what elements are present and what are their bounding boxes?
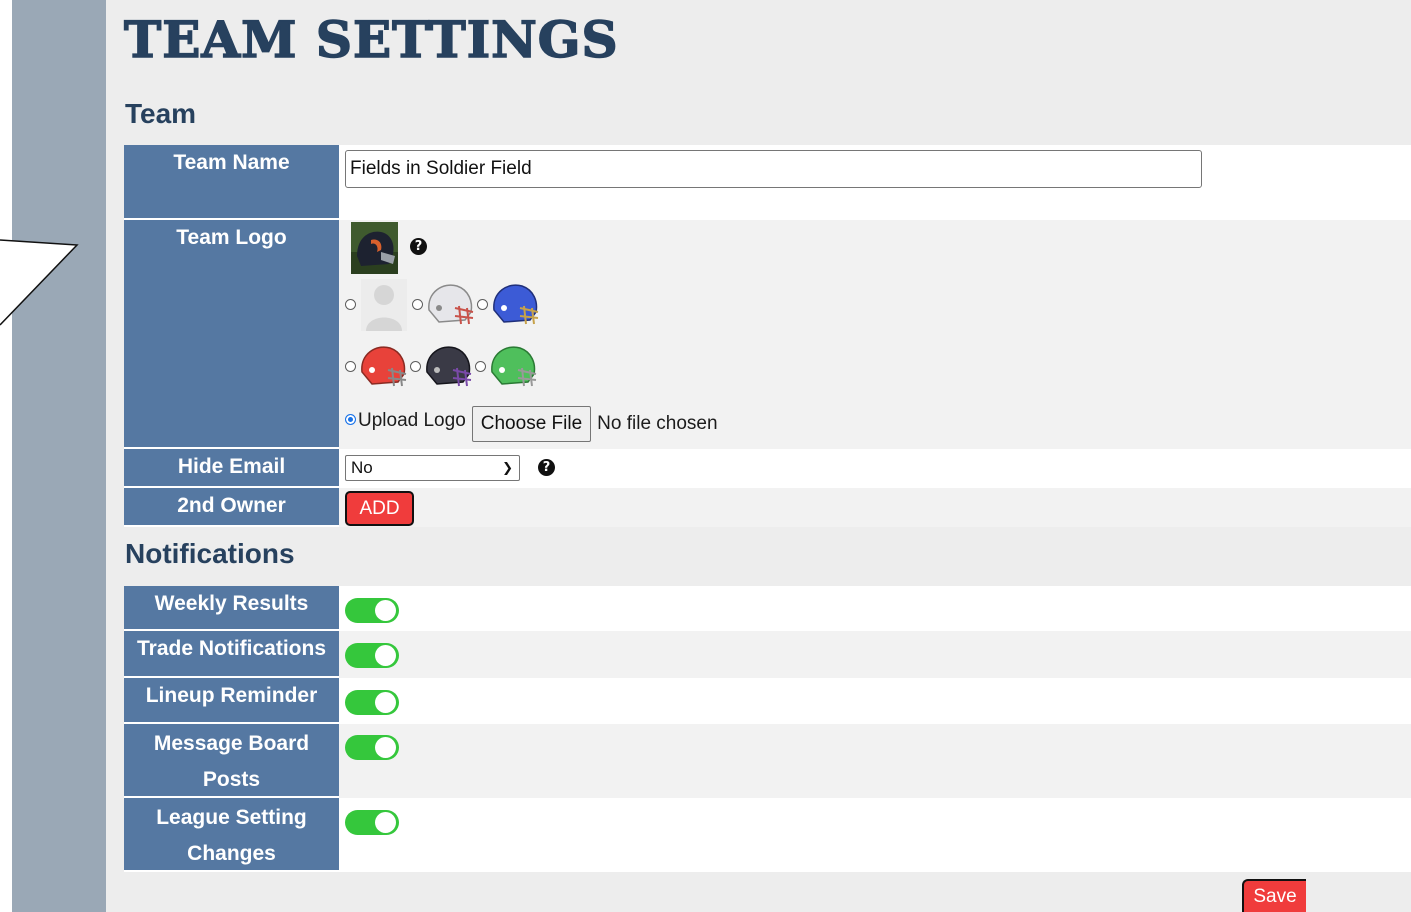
logo-option-helmet-blue-radio[interactable]: [477, 298, 488, 310]
hide-email-select[interactable]: No ❯: [345, 455, 520, 481]
helmet-black-icon: [426, 346, 472, 387]
hide-email-label: Hide Email: [124, 449, 339, 488]
notification-row: Message Board Posts: [124, 724, 1411, 798]
notification-row: Lineup Reminder: [124, 678, 1411, 724]
save-button[interactable]: Save: [1242, 879, 1306, 912]
sidebar-strip: [12, 0, 106, 912]
league-setting-changes-toggle[interactable]: [345, 810, 399, 835]
default-avatar-icon: [361, 279, 407, 331]
notifications-section-heading: Notifications: [125, 538, 295, 569]
helmet-white-icon: [428, 284, 474, 325]
message-board-posts-toggle[interactable]: [345, 735, 399, 760]
lineup-reminder-toggle[interactable]: [345, 690, 399, 715]
left-margin: [0, 0, 12, 912]
logo-option-helmet-green-radio[interactable]: [475, 360, 486, 372]
choose-file-button[interactable]: Choose File: [471, 406, 592, 442]
upload-logo-row: Upload Logo Choose File No file chosen: [345, 406, 718, 442]
add-owner-button[interactable]: ADD: [345, 491, 414, 526]
hide-email-row: Hide Email No ❯ ?: [124, 449, 1411, 488]
notification-row: Weekly Results: [124, 586, 1411, 631]
second-owner-row: 2nd Owner ADD: [124, 488, 1411, 527]
team-name-row: Team Name: [124, 145, 1411, 220]
logo-option-helmet-red-radio[interactable]: [345, 360, 356, 372]
upload-logo-label: Upload Logo: [358, 410, 466, 431]
weekly-results-toggle[interactable]: [345, 598, 399, 623]
team-logo-label: Team Logo: [124, 220, 339, 449]
team-name-cell: [339, 145, 1411, 220]
hide-email-cell: No ❯ ?: [339, 449, 1411, 488]
settings-panel: TEAM SETTINGS Team Team Name Team Logo ?: [106, 0, 1411, 912]
logo-options-row-2: [345, 338, 540, 394]
helmet-red-icon: [361, 346, 407, 387]
logo-options-row-1: [345, 276, 542, 332]
notification-label: Trade Notifications: [124, 631, 339, 678]
notification-label: League Setting Changes: [124, 798, 339, 872]
hide-email-value: No: [351, 458, 373, 477]
team-section-heading: Team: [125, 98, 197, 129]
notification-row: Trade Notifications: [124, 631, 1411, 678]
team-logo-cell: ? Upload Logo Choose File No file chosen: [339, 220, 1411, 449]
logo-option-helmet-white-radio[interactable]: [412, 298, 423, 310]
callout-arrow: [0, 239, 79, 326]
page-title: TEAM SETTINGS: [123, 9, 619, 70]
logo-option-default-radio[interactable]: [345, 298, 356, 310]
no-file-chosen-text: No file chosen: [597, 413, 718, 434]
notification-row: League Setting Changes: [124, 798, 1411, 872]
upload-logo-radio[interactable]: [345, 413, 356, 425]
notification-label: Message Board Posts: [124, 724, 339, 798]
hide-email-help-icon[interactable]: ?: [538, 459, 555, 476]
helmet-green-icon: [491, 346, 537, 387]
second-owner-cell: ADD: [339, 488, 1411, 527]
logo-help-icon[interactable]: ?: [410, 238, 427, 255]
team-logo-row: Team Logo ? Upload Logo Choose File No f…: [124, 220, 1411, 449]
logo-option-helmet-black-radio[interactable]: [410, 360, 421, 372]
current-logo-image: [351, 222, 398, 274]
notification-label: Weekly Results: [124, 586, 339, 631]
team-name-label: Team Name: [124, 145, 339, 220]
notification-label: Lineup Reminder: [124, 678, 339, 724]
team-name-input[interactable]: [345, 150, 1202, 188]
second-owner-label: 2nd Owner: [124, 488, 339, 527]
helmet-blue-icon: [493, 284, 539, 325]
trade-notifications-toggle[interactable]: [345, 643, 399, 668]
chevron-down-icon: ❯: [502, 460, 513, 475]
